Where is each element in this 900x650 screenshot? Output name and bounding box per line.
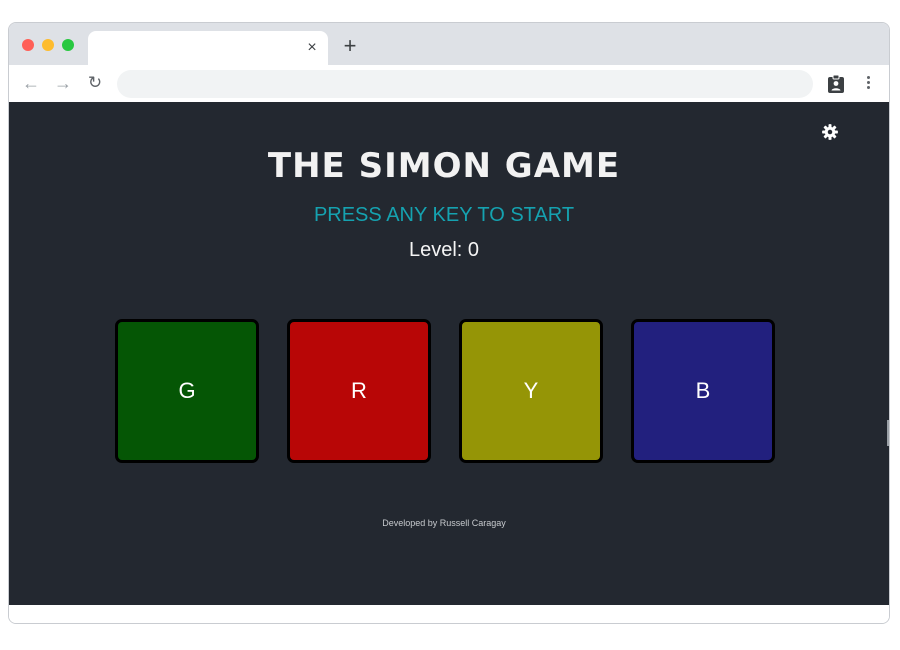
game-page: THE SIMON GAME PRESS ANY KEY TO START Le… (9, 102, 889, 605)
green-pad-button[interactable]: G (115, 319, 259, 463)
minimize-window-button[interactable] (42, 39, 54, 51)
page-title: THE SIMON GAME (267, 146, 621, 186)
developer-credit: Developed by Russell Caragay (382, 518, 506, 528)
clipboard-account-icon[interactable] (827, 74, 845, 94)
blue-pad-label: B (695, 378, 711, 403)
green-pad-label: G (178, 378, 196, 403)
level-indicator: Level: 0 (408, 239, 480, 261)
browser-window: × + ← → ↻ THE SIMON GAME PRESS ANY KEY T… (8, 22, 890, 624)
close-window-button[interactable] (22, 39, 34, 51)
start-prompt: PRESS ANY KEY TO START (313, 204, 575, 226)
tab-strip: × + (9, 23, 889, 65)
red-pad-label: R (351, 378, 367, 403)
forward-arrow-icon[interactable]: → (52, 72, 74, 94)
blue-pad-button[interactable]: B (631, 319, 775, 463)
address-bar[interactable] (117, 70, 813, 98)
scrollbar-thumb[interactable] (887, 420, 889, 446)
browser-menu-icon[interactable] (859, 74, 877, 94)
reload-icon[interactable]: ↻ (84, 72, 106, 94)
back-arrow-icon[interactable]: ← (20, 72, 42, 94)
new-tab-button[interactable]: + (339, 35, 361, 57)
window-bottom-edge (9, 605, 889, 623)
maximize-window-button[interactable] (62, 39, 74, 51)
yellow-pad-button[interactable]: Y (459, 319, 603, 463)
gear-icon[interactable] (821, 123, 839, 141)
tab-close-icon[interactable]: × (302, 38, 322, 58)
yellow-pad-label: Y (523, 378, 539, 403)
browser-toolbar: ← → ↻ (9, 65, 889, 103)
red-pad-button[interactable]: R (287, 319, 431, 463)
browser-tab[interactable]: × (88, 31, 328, 65)
